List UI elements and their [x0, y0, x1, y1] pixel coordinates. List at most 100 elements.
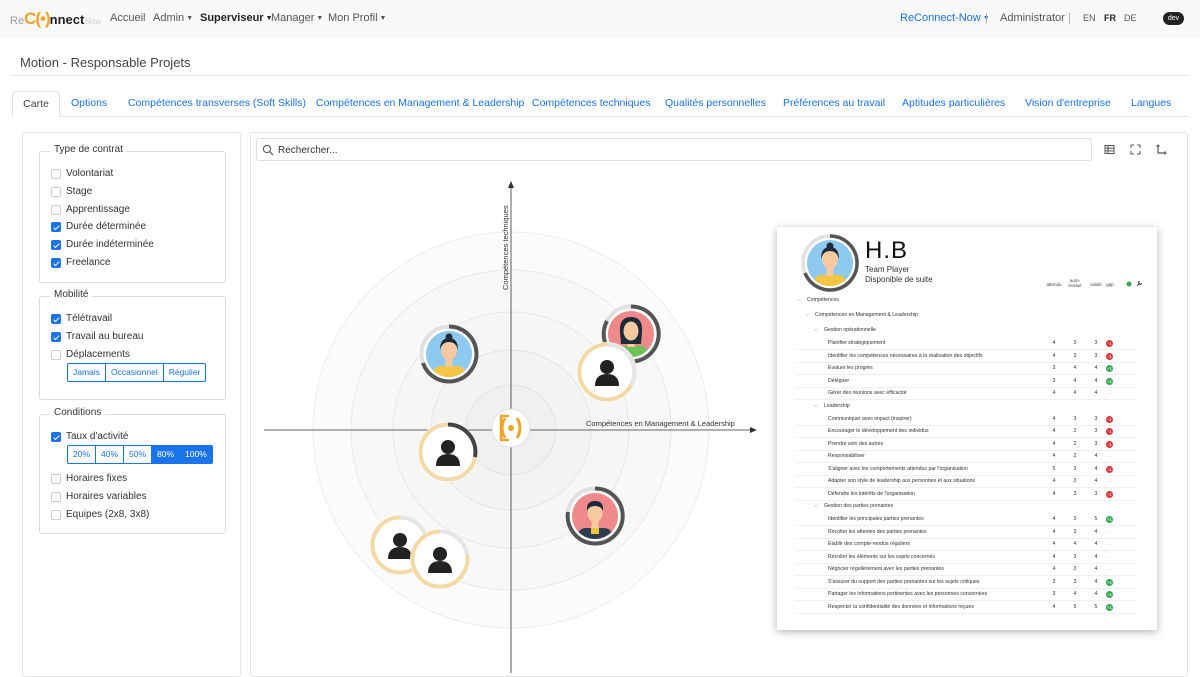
tab-options[interactable]: Options: [71, 91, 107, 117]
checkbox-box[interactable]: [51, 186, 61, 197]
skill-expected: 3: [1052, 578, 1056, 585]
nav-manager[interactable]: Manager ▼: [271, 12, 323, 24]
checkbox-box[interactable]: [51, 221, 61, 232]
tab-competences-techniques[interactable]: Compétences techniques: [532, 91, 651, 117]
fullscreen-icon[interactable]: [1130, 144, 1141, 155]
table-icon[interactable]: [1104, 144, 1115, 155]
skill-row[interactable]: Communiquer avec impact (inspirer) 4 3 3 -1: [795, 413, 1137, 426]
skill-expected: 3: [1052, 591, 1056, 597]
tab-langues[interactable]: Langues: [1131, 91, 1171, 117]
tree-node-group[interactable]: ⌵ Leadership: [777, 400, 1157, 413]
skill-validated: 4: [1094, 365, 1098, 371]
checkbox-equipes[interactable]: Equipes (2x8, 3x8): [51, 509, 149, 520]
checkbox-box[interactable]: [51, 509, 61, 520]
checkbox-box[interactable]: [51, 331, 61, 342]
skill-row[interactable]: Récolter les attentes des parties prenan…: [795, 526, 1137, 539]
skill-expected: 4: [1052, 340, 1056, 346]
checkbox-box[interactable]: [51, 313, 61, 324]
checkbox-teletravail[interactable]: Télétravail: [51, 313, 112, 324]
brand-logo[interactable]: Re C(•) nnect Now: [10, 9, 101, 29]
checkbox-apprentissage[interactable]: Apprentissage: [51, 204, 130, 215]
checkbox-horaires-fixes[interactable]: Horaires fixes: [51, 473, 127, 484]
skill-row[interactable]: Responsabiliser 4 2 4 -: [795, 450, 1137, 463]
candidate-avatar-placeholder[interactable]: [410, 529, 470, 589]
tree-node-root[interactable]: ⌵ Compétences: [777, 294, 1157, 307]
checkbox-duree-indeterminee[interactable]: Durée indéterminée: [51, 239, 154, 250]
checkbox-stage[interactable]: Stage: [51, 186, 92, 197]
skill-row[interactable]: Gérer des réunions avec efficacité 4 4 4 -: [795, 387, 1137, 400]
rate-50-button[interactable]: 50%: [123, 445, 153, 464]
candidate-avatar[interactable]: [419, 324, 479, 384]
tab-preferences-travail[interactable]: Préférences au travail: [783, 91, 885, 117]
checkbox-box[interactable]: [51, 473, 61, 484]
lang-de[interactable]: DE: [1124, 13, 1137, 23]
skill-row[interactable]: Respecter la confidentialité des données…: [795, 601, 1137, 614]
tree-group-label: Gestion opérationnelle: [824, 327, 876, 333]
skill-row[interactable]: Évaluer les progrès 3 4 4 +1: [795, 362, 1137, 375]
tree-node-group[interactable]: ⌵ Gestion des parties prenantes: [777, 500, 1157, 513]
skill-row[interactable]: Récolter les éléments sur les sujets con…: [795, 551, 1137, 564]
skill-row[interactable]: Prendre soin des autres 4 2 3 -1: [795, 438, 1137, 451]
checkbox-duree-determinee[interactable]: Durée déterminée: [51, 221, 146, 232]
tools-icon[interactable]: [1136, 280, 1143, 287]
checkbox-box[interactable]: [51, 239, 61, 250]
nav-mon-profil[interactable]: Mon Profil ▼: [328, 12, 386, 24]
skill-row[interactable]: Partager les informations pertinentes av…: [795, 588, 1137, 601]
skill-row[interactable]: Adapter son style de leadership aux pers…: [795, 475, 1137, 488]
skill-row[interactable]: S'aligner avec les comportements attendu…: [795, 463, 1137, 476]
skill-row[interactable]: Encourager le développement des individu…: [795, 425, 1137, 438]
candidate-avatar[interactable]: [565, 486, 625, 546]
tab-qualites-personnelles[interactable]: Qualités personnelles: [665, 91, 766, 117]
frequency-regulier-button[interactable]: Régulier: [162, 363, 207, 382]
tab-carte[interactable]: Carte: [12, 91, 60, 117]
skill-validated: 4: [1094, 553, 1098, 560]
checkbox-travail-bureau[interactable]: Travail au bureau: [51, 331, 143, 342]
tree-node-group[interactable]: ⌵ Gestion opérationnelle: [777, 324, 1157, 337]
checkbox-volontariat[interactable]: Volontariat: [51, 168, 113, 179]
skill-row[interactable]: Négocier régulièrement avec les parties …: [795, 563, 1137, 576]
tree-node-category[interactable]: ⌵ Compétences en Management & Leadership: [777, 309, 1157, 322]
candidate-avatar-placeholder[interactable]: [577, 342, 637, 402]
skill-row[interactable]: Planifier stratégiquement 4 3 3 -1: [795, 337, 1137, 350]
lang-fr[interactable]: FR: [1104, 13, 1116, 23]
checkbox-taux-activite[interactable]: Taux d'activité: [51, 431, 129, 442]
nav-superviseur[interactable]: Superviseur ▼: [200, 12, 273, 24]
skill-row[interactable]: Déléguer 3 4 4 +1: [795, 375, 1137, 388]
skill-row[interactable]: Identifier les principales parties prena…: [795, 513, 1137, 526]
checkbox-freelance[interactable]: Freelance: [51, 257, 110, 268]
checkbox-box[interactable]: [51, 257, 61, 268]
checkbox-box[interactable]: [51, 491, 61, 502]
rate-40-button[interactable]: 40%: [95, 445, 125, 464]
tab-aptitudes-particulieres[interactable]: Aptitudes particulières: [902, 91, 1005, 117]
checkbox-box[interactable]: [51, 168, 61, 179]
rate-100-button[interactable]: 100%: [179, 445, 213, 464]
skill-gap-badge: -1: [1106, 490, 1113, 498]
nav-org-switcher[interactable]: ReConnect-Now ▼: [900, 12, 990, 24]
checkbox-box[interactable]: [51, 431, 61, 442]
frequency-jamais-button[interactable]: Jamais: [67, 363, 106, 382]
checkbox-deplacements[interactable]: Déplacements: [51, 349, 130, 360]
skill-row[interactable]: Établir des compte-rendus réguliers 4 4 4 -: [795, 538, 1137, 551]
lang-en[interactable]: EN: [1083, 13, 1096, 23]
rate-80-button[interactable]: 80%: [151, 445, 181, 464]
skill-self-evaluated: 2: [1073, 453, 1077, 459]
rate-20-button[interactable]: 20%: [67, 445, 97, 464]
nav-accueil[interactable]: Accueil: [110, 12, 145, 24]
nav-user[interactable]: Administrator: [1000, 12, 1065, 24]
tab-vision-entreprise[interactable]: Vision d'entreprise: [1025, 91, 1111, 117]
skill-row[interactable]: S'assurer du support des parties prenant…: [795, 576, 1137, 589]
skill-validated: 3: [1094, 490, 1098, 497]
candidate-avatar-placeholder[interactable]: [418, 422, 478, 482]
competency-map[interactable]: Compétences techniques Compétences en Ma…: [250, 160, 790, 673]
checkbox-box[interactable]: [51, 349, 61, 360]
tab-management-leadership[interactable]: Compétences en Management & Leadership: [316, 91, 524, 117]
search-input[interactable]: [278, 142, 1078, 158]
frequency-occasionnel-button[interactable]: Occasionnel: [104, 363, 164, 382]
checkbox-horaires-variables[interactable]: Horaires variables: [51, 491, 147, 502]
nav-admin[interactable]: Admin ▼: [153, 12, 193, 24]
skill-row[interactable]: Identifier les compétences nécessaires à…: [795, 350, 1137, 363]
skill-row[interactable]: Défendre les intérêts de l'organisation 4…: [795, 488, 1137, 501]
checkbox-box[interactable]: [51, 204, 61, 215]
tab-soft-skills[interactable]: Compétences transverses (Soft Skills): [128, 91, 306, 117]
axes-icon[interactable]: [1156, 144, 1167, 155]
